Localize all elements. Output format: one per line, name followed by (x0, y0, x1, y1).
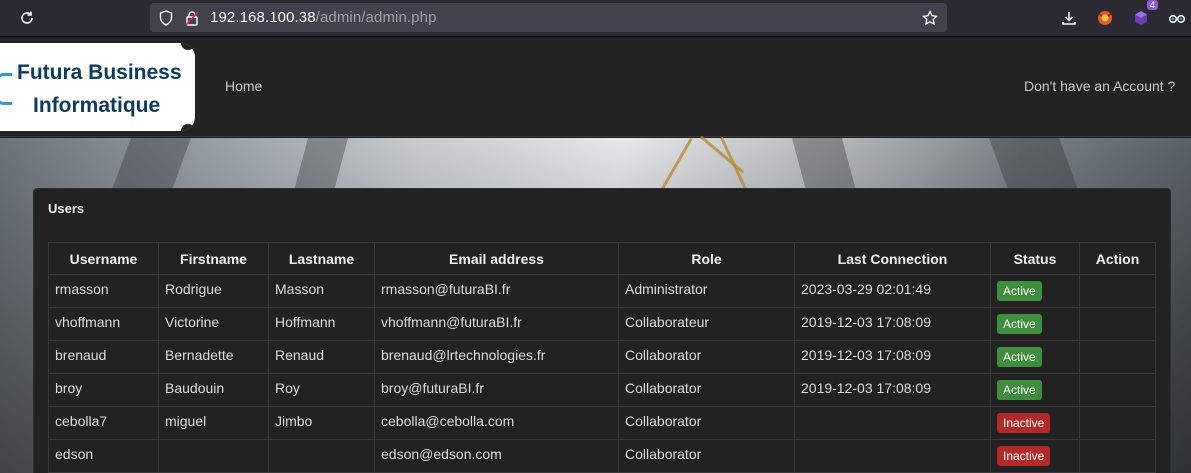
cell-role: Administrator (618, 274, 795, 308)
cell-email: vhoffmann@futuraBI.fr (374, 307, 619, 341)
cell-firstname: Rodrigue (158, 274, 269, 308)
users-table: Username Firstname Lastname Email addres… (48, 242, 1156, 473)
cell-firstname (158, 439, 269, 473)
logo-swoosh-icon (0, 73, 12, 105)
cell-username: rmasson (48, 274, 159, 308)
status-badge[interactable]: Active (997, 314, 1042, 334)
cell-action[interactable] (1079, 340, 1156, 374)
cell-lastname (268, 439, 375, 473)
panel-title: Users (48, 201, 85, 216)
cell-action[interactable] (1079, 274, 1156, 308)
web-page: Futura Business Informatique Home Don't … (0, 38, 1191, 473)
status-badge[interactable]: Active (997, 281, 1042, 301)
cell-role: Collaborateur (618, 307, 795, 341)
url-path: /admin/admin.php (315, 9, 437, 26)
cell-lastname: Roy (268, 373, 375, 407)
cell-username: broy (48, 373, 159, 407)
cell-username: brenaud (48, 340, 159, 374)
col-header-firstname[interactable]: Firstname (158, 242, 269, 275)
cell-username: vhoffmann (48, 307, 159, 341)
table-header-row: Username Firstname Lastname Email addres… (48, 242, 1156, 275)
table-row: rmasson Rodrigue Masson rmasson@futuraBI… (48, 274, 1156, 308)
cell-last-connection: 2019-12-03 17:08:09 (794, 340, 991, 374)
bookmark-star-icon[interactable] (922, 10, 938, 26)
col-header-role[interactable]: Role (618, 242, 795, 275)
extension-fox-icon[interactable] (1092, 6, 1118, 30)
cell-last-connection: 2019-12-03 17:08:09 (794, 307, 991, 341)
reload-icon[interactable] (14, 6, 40, 30)
cell-last-connection: 2023-03-29 02:01:49 (794, 274, 991, 308)
cell-role: Collaborator (618, 373, 795, 407)
browser-toolbar: 192.168.100.38/admin/admin.php 4 (0, 0, 1191, 37)
table-row: broy Baudouin Roy broy@futuraBI.fr Colla… (48, 373, 1156, 407)
col-header-last-connection[interactable]: Last Connection (794, 242, 991, 275)
cell-firstname: Victorine (158, 307, 269, 341)
status-badge[interactable]: Inactive (997, 446, 1051, 466)
cell-action[interactable] (1079, 439, 1156, 473)
col-header-action[interactable]: Action (1079, 242, 1156, 275)
status-badge[interactable]: Active (997, 347, 1042, 367)
logo-text-line1: Futura Business (17, 61, 182, 84)
cell-status: Inactive (990, 439, 1080, 473)
shield-icon[interactable] (158, 10, 174, 26)
status-badge[interactable]: Inactive (997, 413, 1051, 433)
cell-last-connection (794, 406, 991, 440)
cell-role: Collaborator (618, 406, 795, 440)
cell-status: Inactive (990, 406, 1080, 440)
cell-role: Collaborator (618, 340, 795, 374)
insecure-lock-icon[interactable] (184, 10, 200, 26)
cell-status: Active (990, 340, 1080, 374)
address-bar[interactable]: 192.168.100.38/admin/admin.php (150, 3, 947, 32)
col-header-status[interactable]: Status (990, 242, 1080, 275)
cell-firstname: Baudouin (158, 373, 269, 407)
status-badge[interactable]: Active (997, 380, 1042, 400)
cell-status: Active (990, 373, 1080, 407)
cell-email: brenaud@lrtechnologies.fr (374, 340, 619, 374)
site-navbar: Futura Business Informatique Home Don't … (0, 38, 1191, 137)
site-logo[interactable]: Futura Business Informatique (0, 43, 195, 131)
cell-action[interactable] (1079, 307, 1156, 341)
table-row: brenaud Bernadette Renaud brenaud@lrtech… (48, 340, 1156, 374)
col-header-email[interactable]: Email address (374, 242, 619, 275)
col-header-username[interactable]: Username (48, 242, 159, 275)
nav-home-link[interactable]: Home (225, 78, 262, 94)
extension-badge: 4 (1146, 0, 1158, 10)
cell-status: Active (990, 274, 1080, 308)
cell-email: broy@futuraBI.fr (374, 373, 619, 407)
cell-email: rmasson@futuraBI.fr (374, 274, 619, 308)
extension-glasses-icon[interactable] (1164, 6, 1190, 30)
logo-notch-top (181, 43, 195, 50)
logo-notch-bottom (181, 124, 195, 131)
col-header-lastname[interactable]: Lastname (268, 242, 375, 275)
cell-username: cebolla7 (48, 406, 159, 440)
cell-action[interactable] (1079, 373, 1156, 407)
cell-lastname: Hoffmann (268, 307, 375, 341)
cell-email: cebolla@cebolla.com (374, 406, 619, 440)
cell-email: edson@edson.com (374, 439, 619, 473)
logo-text-line2: Informatique (33, 94, 161, 117)
url-host: 192.168.100.38 (210, 9, 316, 26)
table-row: vhoffmann Victorine Hoffmann vhoffmann@f… (48, 307, 1156, 341)
table-row: cebolla7 miguel Jimbo cebolla@cebolla.co… (48, 406, 1156, 440)
cell-status: Active (990, 307, 1080, 341)
cell-firstname: miguel (158, 406, 269, 440)
cell-username: edson (48, 439, 159, 473)
cell-lastname: Masson (268, 274, 375, 308)
cell-last-connection (794, 439, 991, 473)
cell-lastname: Renaud (268, 340, 375, 374)
cell-last-connection: 2019-12-03 17:08:09 (794, 373, 991, 407)
cell-lastname: Jimbo (268, 406, 375, 440)
cell-firstname: Bernadette (158, 340, 269, 374)
extension-cube-icon[interactable]: 4 (1128, 0, 1158, 30)
cell-action[interactable] (1079, 406, 1156, 440)
download-icon[interactable] (1056, 6, 1082, 30)
url-text[interactable]: 192.168.100.38/admin/admin.php (210, 9, 437, 26)
cell-role: Collaborator (618, 439, 795, 473)
table-row: edson edson@edson.com Collaborator Inact… (48, 439, 1156, 473)
nav-account-link[interactable]: Don't have an Account ? (1024, 78, 1175, 94)
